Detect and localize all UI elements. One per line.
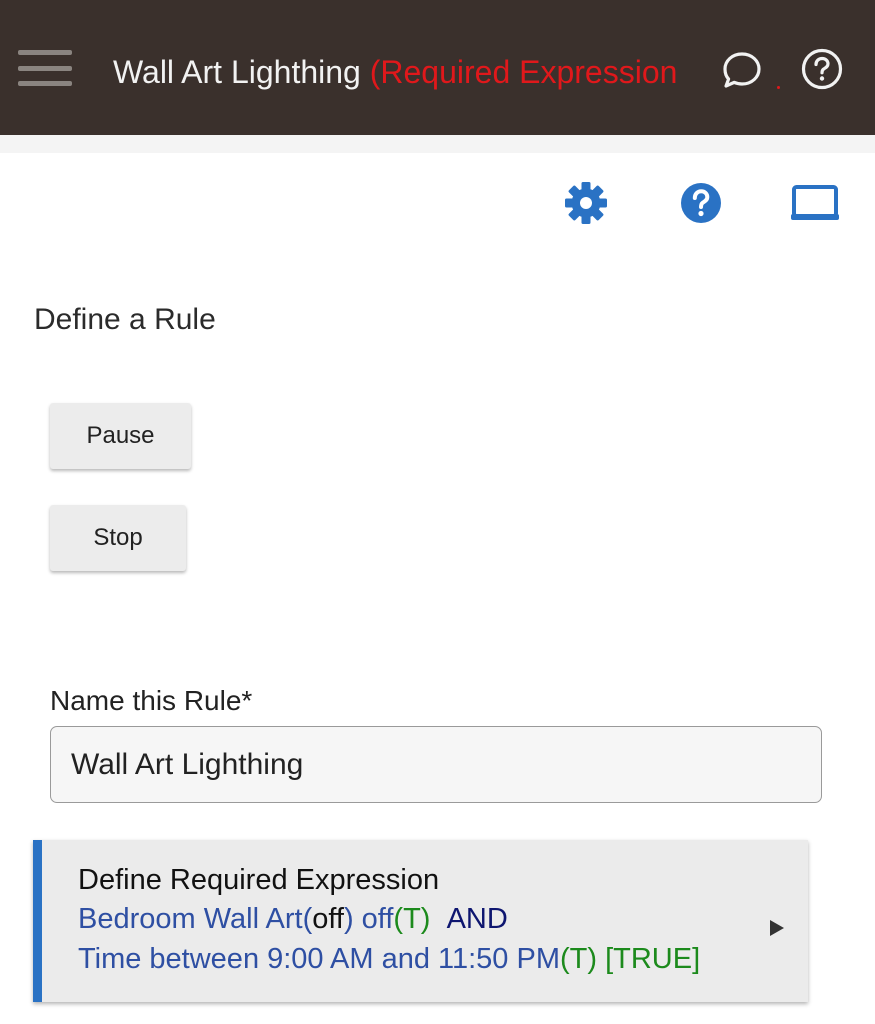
stop-button[interactable]: Stop [50, 505, 186, 571]
expression-line-device: Bedroom Wall Art(off) off(T) AND [78, 903, 508, 936]
device-condition: off [353, 903, 394, 935]
gear-icon[interactable] [563, 180, 609, 226]
paren-open: ( [302, 903, 313, 935]
time-truth: (T) [560, 943, 598, 975]
expression-result: [TRUE] [605, 943, 701, 975]
page-title: Wall Art Lighthing (Required Expression [113, 50, 703, 94]
help-icon[interactable] [678, 180, 724, 226]
required-expression-card[interactable]: Define Required Expression Bedroom Wall … [33, 840, 808, 1002]
chat-bubble-icon[interactable] [720, 49, 764, 93]
rule-name-input[interactable]: Wall Art Lighthing [50, 726, 822, 803]
time-condition: Time between 9:00 AM and 11:50 PM [78, 943, 560, 975]
rule-name-label: Name this Rule* [50, 685, 253, 716]
pause-button[interactable]: Pause [50, 403, 191, 469]
logic-operator: AND [446, 903, 508, 935]
device-name: Bedroom Wall Art [78, 903, 303, 935]
expression-line-time: Time between 9:00 AM and 11:50 PM(T) [TR… [78, 943, 700, 976]
paren-close: ) [343, 903, 354, 935]
help-circle-icon[interactable] [800, 47, 844, 91]
condition-truth: (T) [393, 903, 431, 935]
expand-arrow-icon[interactable] [770, 920, 784, 936]
notification-dot [777, 86, 780, 89]
hamburger-menu-icon[interactable] [18, 50, 72, 86]
screen-icon[interactable] [791, 184, 839, 224]
rule-name-title: Wall Art Lighthing [113, 54, 361, 90]
app-header: Wall Art Lighthing (Required Expression [0, 0, 875, 135]
required-expression-title: (Required Expression [369, 54, 678, 90]
device-state: off [312, 903, 344, 935]
rule-panel: Define a Rule Pause Stop Name this Rule*… [0, 153, 875, 1024]
expression-card-title: Define Required Expression [78, 864, 440, 896]
section-title: Define a Rule [34, 303, 216, 336]
